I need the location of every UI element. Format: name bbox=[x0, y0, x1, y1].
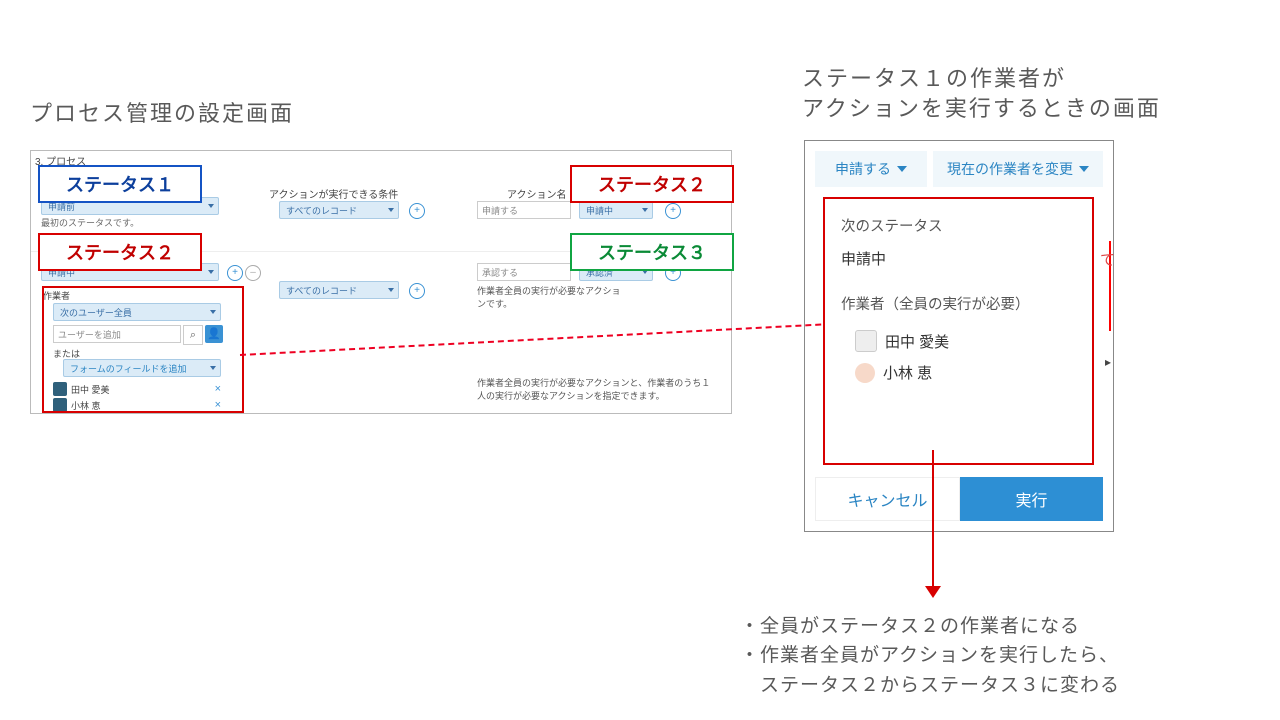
avatar-icon bbox=[855, 330, 877, 352]
side-text: て bbox=[1100, 249, 1115, 270]
right-caption: ステータス１の作業者が アクションを実行するときの画面 bbox=[802, 64, 1161, 123]
chevron-down-icon bbox=[897, 166, 907, 172]
chevron-down-icon bbox=[1079, 166, 1089, 172]
condition1-label: すべてのレコード bbox=[286, 204, 357, 217]
change-worker-label: 現在の作業者を変更 bbox=[947, 159, 1073, 179]
cancel-label: キャンセル bbox=[847, 487, 927, 511]
first-status-desc: 最初のステータスです。 bbox=[41, 216, 139, 229]
next-status1-label: 申請中 bbox=[586, 204, 613, 217]
avatar-icon bbox=[855, 363, 875, 383]
right-caption-line1: ステータス１の作業者が bbox=[802, 66, 1066, 91]
next-status-label: 次のステータス bbox=[841, 215, 1076, 236]
action2-name: 承認する bbox=[482, 266, 518, 279]
label-status2-left: ステータス２ bbox=[38, 233, 202, 271]
add-condition-icon[interactable]: + bbox=[409, 203, 425, 219]
action1-name: 申請する bbox=[482, 204, 518, 217]
execute-label: 実行 bbox=[1015, 487, 1047, 511]
label-status3: ステータス３ bbox=[570, 233, 734, 271]
bottom-notes: ・全員がステータス２の作業者になる ・作業者全員がアクションを実行したら、 ステ… bbox=[740, 612, 1120, 700]
bottom-note-2: ・作業者全員がアクションを実行したら、 bbox=[740, 645, 1119, 666]
label-status2-right: ステータス２ bbox=[570, 165, 734, 203]
dialog-inner-highlight: 次のステータス 申請中 作業者（全員の実行が必要） 田中 愛美 小林 恵 bbox=[823, 197, 1094, 465]
arrow-down-line bbox=[932, 450, 934, 588]
bottom-note-3: ステータス２からステータス３に変わる bbox=[740, 675, 1120, 696]
chevron-down-icon bbox=[388, 208, 394, 212]
dialog-worker-2: 小林 恵 bbox=[855, 362, 1076, 383]
submit-button-label: 申請する bbox=[835, 159, 891, 179]
dialog-worker1-name: 田中 愛美 bbox=[885, 331, 949, 352]
execute-button[interactable]: 実行 bbox=[960, 477, 1103, 521]
footer-note: 作業者全員の実行が必要なアクションと、作業者のうち１人の実行が必要なアクションを… bbox=[477, 377, 713, 402]
dialog-worker2-name: 小林 恵 bbox=[883, 362, 932, 383]
chevron-down-icon bbox=[208, 270, 214, 274]
condition2-label: すべてのレコード bbox=[286, 284, 357, 297]
next-status-value: 申請中 bbox=[841, 248, 1076, 269]
condition2-dropdown[interactable]: すべてのレコード bbox=[279, 281, 399, 299]
arrow-down-head-icon bbox=[925, 586, 941, 598]
next-status1-dropdown[interactable]: 申請中 bbox=[579, 201, 653, 219]
action2-name-input[interactable]: 承認する bbox=[477, 263, 571, 281]
action1-name-input[interactable]: 申請する bbox=[477, 201, 571, 219]
workers-highlight-box bbox=[42, 286, 244, 413]
chevron-down-icon bbox=[208, 204, 214, 208]
label-status1: ステータス１ bbox=[38, 165, 202, 203]
dialog-worker-1: 田中 愛美 bbox=[855, 330, 1076, 352]
side-caret-icon: ▸ bbox=[1105, 355, 1111, 369]
dialog-workers-label: 作業者（全員の実行が必要） bbox=[841, 293, 1076, 314]
bottom-note-1: ・全員がステータス２の作業者になる bbox=[740, 616, 1080, 637]
cancel-button[interactable]: キャンセル bbox=[815, 477, 960, 521]
left-caption: プロセス管理の設定画面 bbox=[30, 96, 294, 128]
status2-minus-icon[interactable]: – bbox=[245, 265, 261, 281]
add-status1-icon[interactable]: + bbox=[665, 203, 681, 219]
row2-note: 作業者全員の実行が必要なアクショ ンです。 bbox=[477, 285, 667, 310]
row2-note-l1: 作業者全員の実行が必要なアクショ bbox=[477, 286, 621, 296]
action-dialog: 申請する 現在の作業者を変更 次のステータス 申請中 作業者（全員の実行が必要）… bbox=[804, 140, 1114, 532]
add-condition2-icon[interactable]: + bbox=[409, 283, 425, 299]
chevron-down-icon bbox=[388, 288, 394, 292]
condition1-dropdown[interactable]: すべてのレコード bbox=[279, 201, 399, 219]
chevron-down-icon bbox=[642, 208, 648, 212]
status2-plus-icon[interactable]: + bbox=[227, 265, 243, 281]
change-worker-button[interactable]: 現在の作業者を変更 bbox=[933, 151, 1103, 187]
submit-button[interactable]: 申請する bbox=[815, 151, 927, 187]
row2-note-l2: ンです。 bbox=[477, 299, 512, 309]
column-condition: アクションが実行できる条件 bbox=[269, 186, 398, 201]
dialog-footer: キャンセル 実行 bbox=[815, 477, 1103, 521]
right-caption-line2: アクションを実行するときの画面 bbox=[802, 96, 1161, 121]
